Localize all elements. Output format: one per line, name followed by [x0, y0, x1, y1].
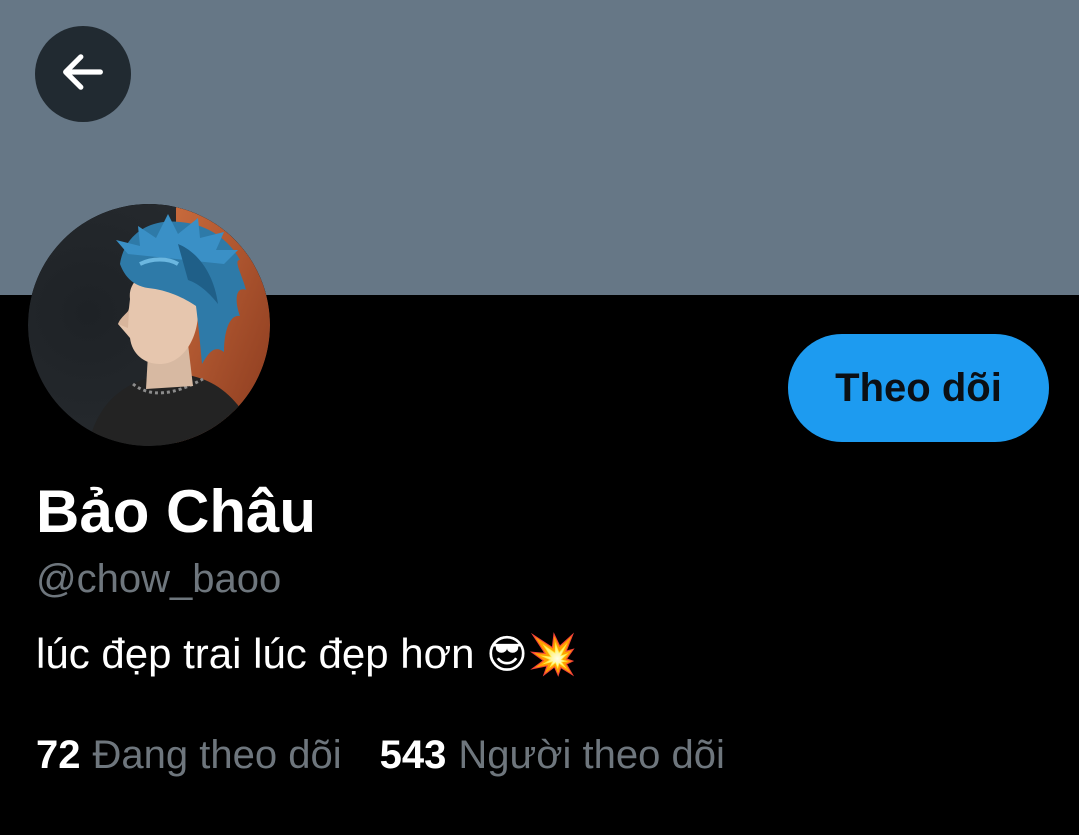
back-button[interactable]: [35, 26, 131, 122]
profile-stats: 72 Đang theo dõi 543 Người theo dõi: [36, 730, 725, 780]
username-handle: @chow_baoo: [36, 557, 282, 601]
arrow-left-icon: [57, 46, 109, 103]
display-name: Bảo Châu: [36, 478, 317, 545]
followers-count: 543: [379, 733, 447, 777]
profile-bio: lúc đẹp trai lúc đẹp hơn 😎💥: [36, 627, 578, 682]
profile-page: Theo dõi Bảo Châu @chow_baoo lúc đẹp tra…: [0, 0, 1079, 835]
following-label: Đang theo dõi: [92, 733, 342, 777]
bio-emojis: 😎💥: [486, 632, 578, 678]
bio-text: lúc đẹp trai lúc đẹp hơn: [36, 630, 475, 677]
avatar[interactable]: [28, 204, 270, 446]
follow-button[interactable]: Theo dõi: [788, 334, 1049, 442]
following-link[interactable]: 72 Đang theo dõi: [36, 730, 342, 780]
followers-label: Người theo dõi: [458, 733, 725, 777]
following-count: 72: [36, 733, 81, 777]
followers-link[interactable]: 543 Người theo dõi: [380, 730, 725, 780]
